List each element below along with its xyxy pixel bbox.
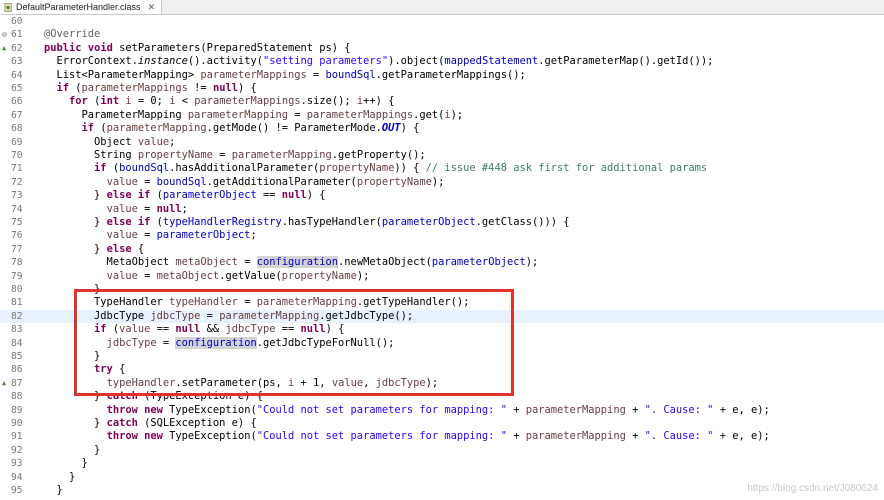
line-number: 68 <box>11 123 23 135</box>
code-text: public void setParameters(PreparedStatem… <box>44 41 351 54</box>
fold-collapse-icon[interactable]: ⊖ <box>2 28 7 41</box>
line-number: 62 <box>11 42 23 54</box>
line-number: 84 <box>11 337 23 349</box>
code-line[interactable]: ⊖ 61 @Override <box>0 28 884 41</box>
code-line[interactable]: 91 throw new TypeException("Could not se… <box>0 430 884 443</box>
line-number: 92 <box>11 444 23 456</box>
code-text: List<ParameterMapping> parameterMappings… <box>44 68 526 81</box>
code-line[interactable]: 78 MetaObject metaObject = configuration… <box>0 256 884 269</box>
tab-title: DefaultParameterHandler.class <box>16 2 141 12</box>
code-text: } else if (parameterObject == null) { <box>44 189 326 202</box>
code-text: if (parameterMappings != null) { <box>56 82 257 94</box>
code-text: value = metaObject.getValue(propertyName… <box>106 269 370 282</box>
line-number: 72 <box>11 176 23 188</box>
code-line[interactable]: 90 } catch (SQLException e) { <box>0 417 884 430</box>
line-number: 86 <box>11 364 23 376</box>
code-text: } else if (typeHandlerRegistry.hasTypeHa… <box>44 216 570 228</box>
code-line[interactable]: 73 } else if (parameterObject == null) { <box>0 189 884 202</box>
line-number: 69 <box>11 136 23 148</box>
line-number: 95 <box>11 485 23 496</box>
line-number: 82 <box>11 310 23 322</box>
code-text: Object value; <box>44 135 176 148</box>
line-number: 63 <box>11 56 23 68</box>
close-icon[interactable]: ✕ <box>148 2 156 13</box>
line-number: 80 <box>11 284 23 295</box>
code-line[interactable]: 71 if (boundSql.hasAdditionalParameter(p… <box>0 162 884 175</box>
code-text: value = parameterObject; <box>106 229 257 242</box>
code-text: ErrorContext.instance().activity("settin… <box>44 55 714 68</box>
code-line[interactable]: 76 value = parameterObject; <box>0 229 884 242</box>
code-line[interactable]: ▲ 62 public void setParameters(PreparedS… <box>0 42 884 55</box>
code-line[interactable]: 89 throw new TypeException("Could not se… <box>0 404 884 417</box>
code-line[interactable]: 70 String propertyName = parameterMappin… <box>0 149 884 162</box>
line-number: 67 <box>11 109 23 121</box>
line-number: 71 <box>11 163 23 175</box>
code-text: ParameterMapping parameterMapping = para… <box>44 108 464 121</box>
override-marker-icon[interactable]: ▲ <box>2 42 6 55</box>
code-text: } <box>44 470 76 483</box>
code-line[interactable]: 92 } <box>0 444 884 457</box>
editor-tab-bar: DefaultParameterHandler.class ✕ <box>0 0 884 15</box>
line-number: 78 <box>11 257 23 269</box>
line-number: 89 <box>11 404 23 416</box>
line-number: 83 <box>11 324 23 336</box>
code-text: @Override <box>44 28 101 41</box>
code-line[interactable]: 72 value = boundSql.getAdditionalParamet… <box>0 176 884 189</box>
code-line[interactable]: 64 List<ParameterMapping> parameterMappi… <box>0 69 884 82</box>
code-line[interactable]: 93 } <box>0 457 884 470</box>
code-line[interactable]: 60 <box>0 15 884 28</box>
line-number: 65 <box>11 83 23 94</box>
code-line[interactable]: 68 if (parameterMapping.getMode() != Par… <box>0 122 884 135</box>
line-number: 76 <box>11 230 23 242</box>
line-number: 61 <box>11 29 23 41</box>
code-line[interactable]: 66 for (int i = 0; i < parameterMappings… <box>0 95 884 108</box>
code-line[interactable]: 79 value = metaObject.getValue(propertyN… <box>0 270 884 283</box>
line-number: 79 <box>11 270 23 282</box>
code-text: MetaObject metaObject = configuration.ne… <box>44 256 539 269</box>
code-line[interactable]: 77 } else { <box>0 243 884 256</box>
line-number: 93 <box>11 458 23 470</box>
code-line[interactable]: 74 value = null; <box>0 203 884 216</box>
code-line[interactable]: 65 if (parameterMappings != null) { <box>0 82 884 95</box>
code-line[interactable]: 67 ParameterMapping parameterMapping = p… <box>0 109 884 122</box>
code-editor[interactable]: 60 ⊖ 61 @Override ▲ 62 public void setPa… <box>0 15 884 500</box>
code-text: if (boundSql.hasAdditionalParameter(prop… <box>94 162 708 175</box>
breakpoint-marker-icon[interactable]: ▲ <box>2 377 6 390</box>
line-number: 60 <box>11 16 23 27</box>
code-text: value = boundSql.getAdditionalParameter(… <box>106 175 445 188</box>
class-file-icon <box>4 2 12 12</box>
line-number: 91 <box>11 431 23 443</box>
line-number: 81 <box>11 297 23 309</box>
line-number: 87 <box>11 377 23 389</box>
line-number: 77 <box>11 243 23 255</box>
code-line[interactable]: 63 ErrorContext.instance().activity("set… <box>0 55 884 68</box>
code-text: } catch (SQLException e) { <box>44 417 257 429</box>
code-line[interactable]: 75 } else if (typeHandlerRegistry.hasTyp… <box>0 216 884 229</box>
code-line[interactable]: 94 } <box>0 471 884 484</box>
tab-default-parameter-handler[interactable]: DefaultParameterHandler.class ✕ <box>0 0 163 14</box>
code-text: if (parameterMapping.getMode() != Parame… <box>81 122 420 135</box>
line-number: 85 <box>11 351 23 362</box>
line-number: 94 <box>11 471 23 483</box>
highlight-annotation-box <box>74 289 514 396</box>
code-text: } <box>44 457 88 470</box>
code-text: value = null; <box>106 202 188 215</box>
line-number: 74 <box>11 203 23 215</box>
code-text: } <box>44 484 63 496</box>
line-number: 73 <box>11 190 23 202</box>
code-text: throw new TypeException("Could not set p… <box>106 430 770 443</box>
line-number: 70 <box>11 150 23 161</box>
code-line[interactable]: 69 Object value; <box>0 136 884 149</box>
code-text: for (int i = 0; i < parameterMappings.si… <box>69 95 395 108</box>
watermark: https://blog.csdn.net/J080624 <box>747 483 878 494</box>
code-text: throw new TypeException("Could not set p… <box>106 403 770 416</box>
line-number: 66 <box>11 96 23 108</box>
line-number: 90 <box>11 418 23 429</box>
code-text: } <box>44 443 101 456</box>
line-number: 75 <box>11 217 23 228</box>
line-number: 88 <box>11 391 23 403</box>
line-number: 64 <box>11 69 23 81</box>
code-text: } else { <box>44 242 145 255</box>
code-text: String propertyName = parameterMapping.g… <box>44 149 426 161</box>
